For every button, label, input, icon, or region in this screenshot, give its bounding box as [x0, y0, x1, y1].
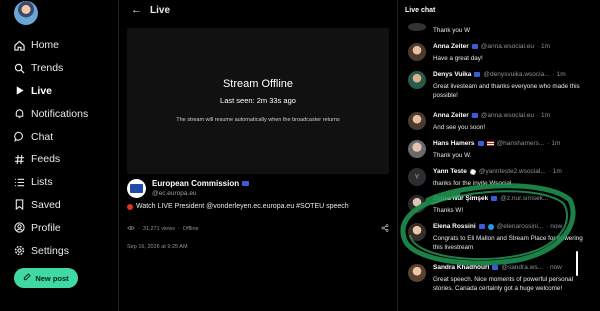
avatar[interactable]	[408, 112, 426, 130]
chat-message-text: Thank you W.	[433, 152, 472, 159]
chat-author-name[interactable]: Anna Zeiter	[433, 43, 469, 50]
nav-live-label: Live	[31, 84, 53, 97]
chat-message-text: Great livesteam and thanks everyone who …	[433, 83, 580, 99]
chat-author-name[interactable]: Anna Zeiter	[433, 112, 469, 119]
chat-author-name[interactable]: Denys Vuika	[433, 71, 471, 78]
play-icon	[14, 85, 25, 96]
post-meta: · 31,271 views · Offline	[127, 224, 389, 234]
nav-lists[interactable]: Lists	[14, 171, 88, 194]
verified-badge-icon	[477, 141, 484, 146]
chat-author-handle[interactable]: @anna.wsocial.eu	[481, 43, 534, 50]
gear-icon	[14, 245, 25, 256]
search-icon	[14, 63, 25, 74]
user-icon	[14, 222, 25, 233]
avatar[interactable]	[408, 71, 426, 89]
verified-badge-icon	[474, 72, 481, 77]
hash-icon	[14, 154, 25, 165]
nav-feeds[interactable]: Feeds	[14, 148, 88, 171]
nav-notifications[interactable]: Notifications	[14, 102, 88, 125]
verified-badge-icon	[242, 181, 250, 186]
list-icon	[14, 177, 25, 188]
left-sidebar: Home Trends Live Notifications Chat Feed…	[0, 0, 110, 311]
resume-note: The stream will resume automatically whe…	[176, 117, 340, 123]
nav-live[interactable]: Live	[14, 80, 88, 103]
nav-settings[interactable]: Settings	[14, 239, 88, 262]
nav-feeds-label: Feeds	[31, 153, 61, 166]
eu-flag-icon	[469, 168, 476, 175]
author-name[interactable]: European Commission	[152, 179, 239, 188]
chat-message-text: And see you soon!	[433, 124, 486, 131]
page-header: ← Live	[131, 4, 170, 16]
main-nav: Home Trends Live Notifications Chat Feed…	[14, 34, 88, 262]
eye-icon	[127, 225, 135, 233]
post-author[interactable]: European Commission @ec.europa.eu	[127, 179, 250, 198]
stream-state: Offline	[182, 226, 199, 232]
chat-author-handle[interactable]: @anna.wsocial.eu	[481, 112, 534, 119]
chat-time: · 1m	[548, 168, 562, 175]
chat-title: Live chat	[405, 7, 436, 14]
home-icon	[14, 40, 25, 51]
nav-home-label: Home	[31, 39, 60, 52]
user-avatar[interactable]	[14, 1, 38, 25]
author-handle[interactable]: @ec.europa.eu	[152, 190, 249, 197]
nav-lists-label: Lists	[31, 176, 53, 189]
nav-home[interactable]: Home	[14, 34, 88, 57]
post-text: Watch LIVE President @vonderleyen.ec.eur…	[127, 203, 392, 210]
nav-saved[interactable]: Saved	[14, 194, 88, 217]
new-post-button[interactable]: New post	[14, 268, 78, 288]
nav-trends[interactable]: Trends	[14, 57, 88, 80]
chat-time: · 1m	[552, 71, 566, 78]
stream-status: Stream Offline	[222, 78, 294, 90]
chat-message-text: Great speech. Nice moments of powerful p…	[433, 276, 573, 292]
nav-saved-label: Saved	[31, 198, 61, 211]
chat-author-name[interactable]: Hans Hamers	[433, 140, 475, 147]
chat-time: · 1m	[547, 140, 561, 147]
video-player[interactable]: Stream Offline Last seen: 2m 33s ago The…	[127, 28, 389, 174]
chat-scrollbar[interactable]	[576, 251, 578, 276]
chat-time: · 1m	[536, 43, 550, 50]
avatar[interactable]	[408, 140, 426, 158]
nav-profile-label: Profile	[31, 221, 61, 234]
view-count: 31,271 views	[142, 226, 175, 232]
main-column: ← Live Stream Offline Last seen: 2m 33s …	[118, 0, 398, 311]
chat-message-text: Have a great day!	[433, 55, 483, 62]
nav-trends-label: Trends	[31, 62, 64, 75]
back-arrow-icon[interactable]: ←	[131, 4, 142, 16]
last-seen-text: Last seen: 2m 33s ago	[220, 96, 296, 105]
author-avatar[interactable]	[127, 179, 146, 198]
chat-time: · 1m	[536, 112, 550, 119]
chat-author-name[interactable]: Yann Teste	[433, 168, 467, 175]
chat-message-text: Thank you W	[433, 27, 471, 34]
nav-chat[interactable]: Chat	[14, 125, 88, 148]
highlight-circle-annotation	[400, 183, 576, 266]
new-post-label: New post	[35, 273, 69, 283]
compose-icon	[23, 273, 31, 283]
post-date: Sep 16, 2026 at 9:25 AM	[127, 244, 188, 250]
post-text-content: Watch LIVE President @vonderleyen.ec.eur…	[136, 203, 349, 210]
bookmark-icon	[14, 199, 25, 211]
avatar[interactable]	[408, 23, 426, 31]
nav-notifications-label: Notifications	[31, 107, 89, 120]
nav-profile[interactable]: Profile	[14, 216, 88, 239]
bell-icon	[14, 108, 25, 119]
verified-badge-icon	[471, 113, 478, 118]
chat-author-handle[interactable]: @hanshamers...	[497, 140, 545, 147]
page-title: Live	[150, 4, 171, 16]
verified-badge-icon	[471, 44, 478, 49]
share-icon[interactable]	[381, 224, 389, 234]
nav-settings-label: Settings	[31, 244, 69, 257]
avatar[interactable]	[408, 43, 426, 61]
chat-icon	[14, 131, 25, 142]
nav-chat-label: Chat	[31, 130, 54, 143]
chat-author-handle[interactable]: @yannteste2.wsocial...	[479, 168, 546, 175]
flag-icon	[486, 141, 494, 146]
chat-author-handle[interactable]: @denysvuika.wsocia...	[483, 71, 549, 78]
live-dot-icon	[127, 203, 133, 210]
